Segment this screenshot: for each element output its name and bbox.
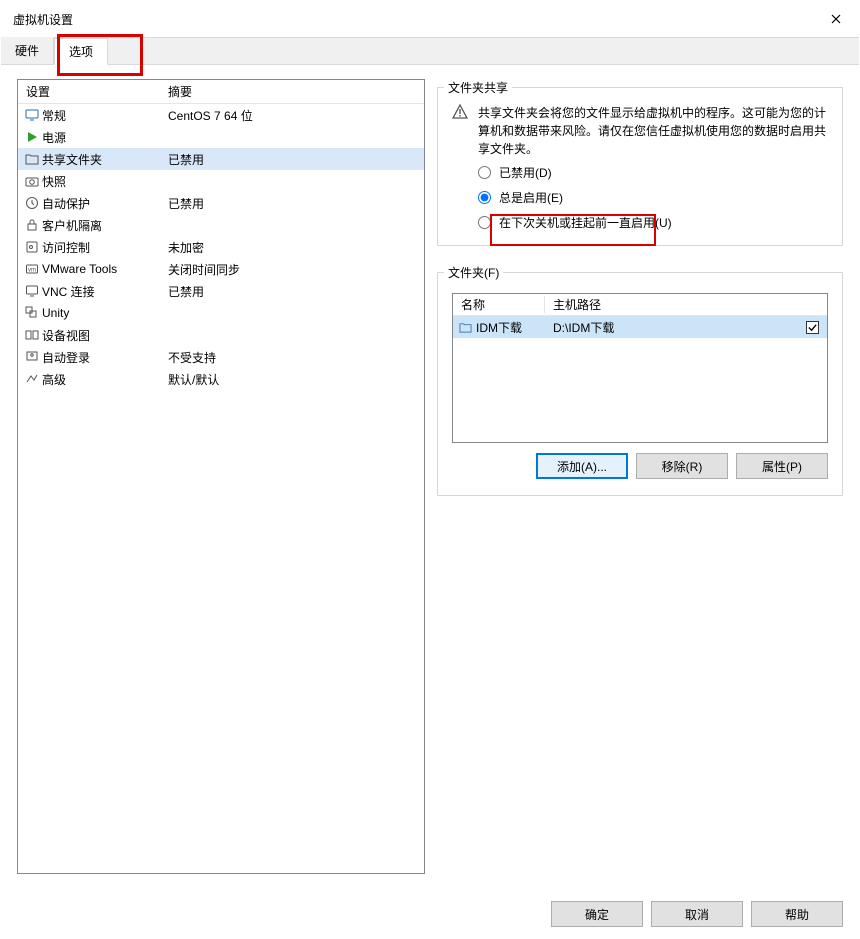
- warning-icon: [452, 104, 468, 120]
- folders-header-name[interactable]: 名称: [453, 296, 545, 313]
- folder-row-path: D:\IDM下载: [545, 319, 797, 336]
- settings-row-name: 设备视图: [42, 327, 168, 344]
- settings-row-name: 常规: [42, 107, 168, 124]
- share-warning-row: 共享文件夹会将您的文件显示给虚拟机中的程序。这可能为您的计算机和数据带来风险。请…: [452, 104, 828, 158]
- device-icon: [22, 328, 42, 342]
- settings-row-summary: 关闭时间同步: [168, 261, 420, 278]
- settings-row-0[interactable]: 常规CentOS 7 64 位: [18, 104, 424, 126]
- window-title: 虚拟机设置: [13, 11, 813, 28]
- radio-until[interactable]: 在下次关机或挂起前一直启用(U): [478, 214, 828, 231]
- login-icon: [22, 350, 42, 364]
- help-button[interactable]: 帮助: [751, 901, 843, 927]
- settings-row-name: 共享文件夹: [42, 151, 168, 168]
- add-button-label: 添加(A)...: [557, 458, 607, 475]
- folder-row[interactable]: IDM下载 D:\IDM下载: [453, 316, 827, 338]
- settings-row-8[interactable]: VNC 连接已禁用: [18, 280, 424, 302]
- folders-legend: 文件夹(F): [444, 264, 503, 281]
- props-button[interactable]: 属性(P): [736, 453, 828, 479]
- settings-row-3[interactable]: 快照: [18, 170, 424, 192]
- cancel-button-label: 取消: [685, 906, 709, 923]
- share-fieldset: 文件夹共享 共享文件夹会将您的文件显示给虚拟机中的程序。这可能为您的计算机和数据…: [437, 79, 843, 246]
- radio-disabled[interactable]: 已禁用(D): [478, 164, 828, 181]
- folder-icon: [22, 152, 42, 166]
- clock-icon: [22, 196, 42, 210]
- ok-button-label: 确定: [585, 906, 609, 923]
- camera-icon: [22, 174, 42, 188]
- folder-row-name: IDM下载: [476, 319, 522, 336]
- play-icon: [22, 130, 42, 144]
- settings-row-summary: 未加密: [168, 239, 420, 256]
- settings-row-7[interactable]: vm VMware Tools关闭时间同步: [18, 258, 424, 280]
- radio-until-input[interactable]: [478, 216, 491, 229]
- folders-fieldset: 文件夹(F) 名称 主机路径 IDM下载: [437, 264, 843, 496]
- folders-table: 名称 主机路径 IDM下载 D:\IDM下载: [452, 293, 828, 443]
- check-icon: [808, 323, 817, 332]
- settings-row-summary: 已禁用: [168, 195, 420, 212]
- remove-button[interactable]: 移除(R): [636, 453, 728, 479]
- settings-row-2[interactable]: 共享文件夹已禁用: [18, 148, 424, 170]
- radio-until-label: 在下次关机或挂起前一直启用(U): [499, 214, 672, 231]
- settings-row-name: 访问控制: [42, 239, 168, 256]
- vm-tools-icon: vm: [22, 262, 42, 276]
- dialog-footer: 确定 取消 帮助: [1, 890, 859, 938]
- radio-always-input[interactable]: [478, 191, 491, 204]
- share-warning-text: 共享文件夹会将您的文件显示给虚拟机中的程序。这可能为您的计算机和数据带来风险。请…: [478, 104, 828, 158]
- settings-row-5[interactable]: 客户机隔离: [18, 214, 424, 236]
- radio-always-label: 总是启用(E): [499, 189, 563, 206]
- settings-row-name: 自动保护: [42, 195, 168, 212]
- lock-icon: [22, 218, 42, 232]
- settings-row-summary: CentOS 7 64 位: [168, 107, 420, 124]
- cancel-button[interactable]: 取消: [651, 901, 743, 927]
- settings-row-summary: 默认/默认: [168, 371, 420, 388]
- monitor-icon: [22, 108, 42, 122]
- settings-row-name: 自动登录: [42, 349, 168, 366]
- settings-row-summary: 已禁用: [168, 151, 420, 168]
- folder-icon: [459, 321, 472, 334]
- radio-disabled-label: 已禁用(D): [499, 164, 552, 181]
- tab-hardware[interactable]: 硬件: [1, 37, 54, 64]
- settings-row-name: Unity: [42, 306, 168, 320]
- vnc-icon: [22, 284, 42, 298]
- settings-list-header: 设置 摘要: [18, 80, 424, 104]
- settings-row-9[interactable]: Unity: [18, 302, 424, 324]
- close-icon: [831, 14, 841, 24]
- tab-hardware-label: 硬件: [15, 42, 39, 59]
- key-icon: [22, 240, 42, 254]
- settings-row-summary: 已禁用: [168, 283, 420, 300]
- ok-button[interactable]: 确定: [551, 901, 643, 927]
- settings-row-6[interactable]: 访问控制未加密: [18, 236, 424, 258]
- settings-row-summary: 不受支持: [168, 349, 420, 366]
- settings-row-4[interactable]: 自动保护已禁用: [18, 192, 424, 214]
- close-button[interactable]: [813, 1, 859, 37]
- tab-options[interactable]: 选项: [54, 38, 108, 65]
- header-setting: 设置: [18, 83, 168, 100]
- settings-row-12[interactable]: 高级默认/默认: [18, 368, 424, 390]
- props-button-label: 属性(P): [762, 458, 802, 475]
- settings-row-name: 高级: [42, 371, 168, 388]
- settings-row-10[interactable]: 设备视图: [18, 324, 424, 346]
- unity-icon: [22, 306, 42, 320]
- settings-row-name: 电源: [42, 129, 168, 146]
- settings-row-name: 客户机隔离: [42, 217, 168, 234]
- settings-row-name: 快照: [42, 173, 168, 190]
- help-button-label: 帮助: [785, 906, 809, 923]
- settings-list: 设置 摘要 常规CentOS 7 64 位电源共享文件夹已禁用快照自动保护已禁用…: [17, 79, 425, 874]
- folders-header-path[interactable]: 主机路径: [545, 296, 827, 313]
- tab-options-label: 选项: [69, 43, 93, 60]
- folder-row-checkbox[interactable]: [806, 321, 819, 334]
- remove-button-label: 移除(R): [662, 458, 703, 475]
- add-button[interactable]: 添加(A)...: [536, 453, 628, 479]
- titlebar: 虚拟机设置: [1, 1, 859, 37]
- radio-always[interactable]: 总是启用(E): [478, 189, 828, 206]
- header-summary: 摘要: [168, 83, 424, 100]
- settings-row-11[interactable]: 自动登录不受支持: [18, 346, 424, 368]
- share-legend: 文件夹共享: [444, 79, 512, 96]
- tabbar: 硬件 选项: [1, 37, 859, 65]
- settings-row-name: VNC 连接: [42, 283, 168, 300]
- svg-text:vm: vm: [28, 268, 36, 274]
- advanced-icon: [22, 372, 42, 386]
- radio-disabled-input[interactable]: [478, 166, 491, 179]
- settings-row-name: VMware Tools: [42, 262, 168, 276]
- settings-row-1[interactable]: 电源: [18, 126, 424, 148]
